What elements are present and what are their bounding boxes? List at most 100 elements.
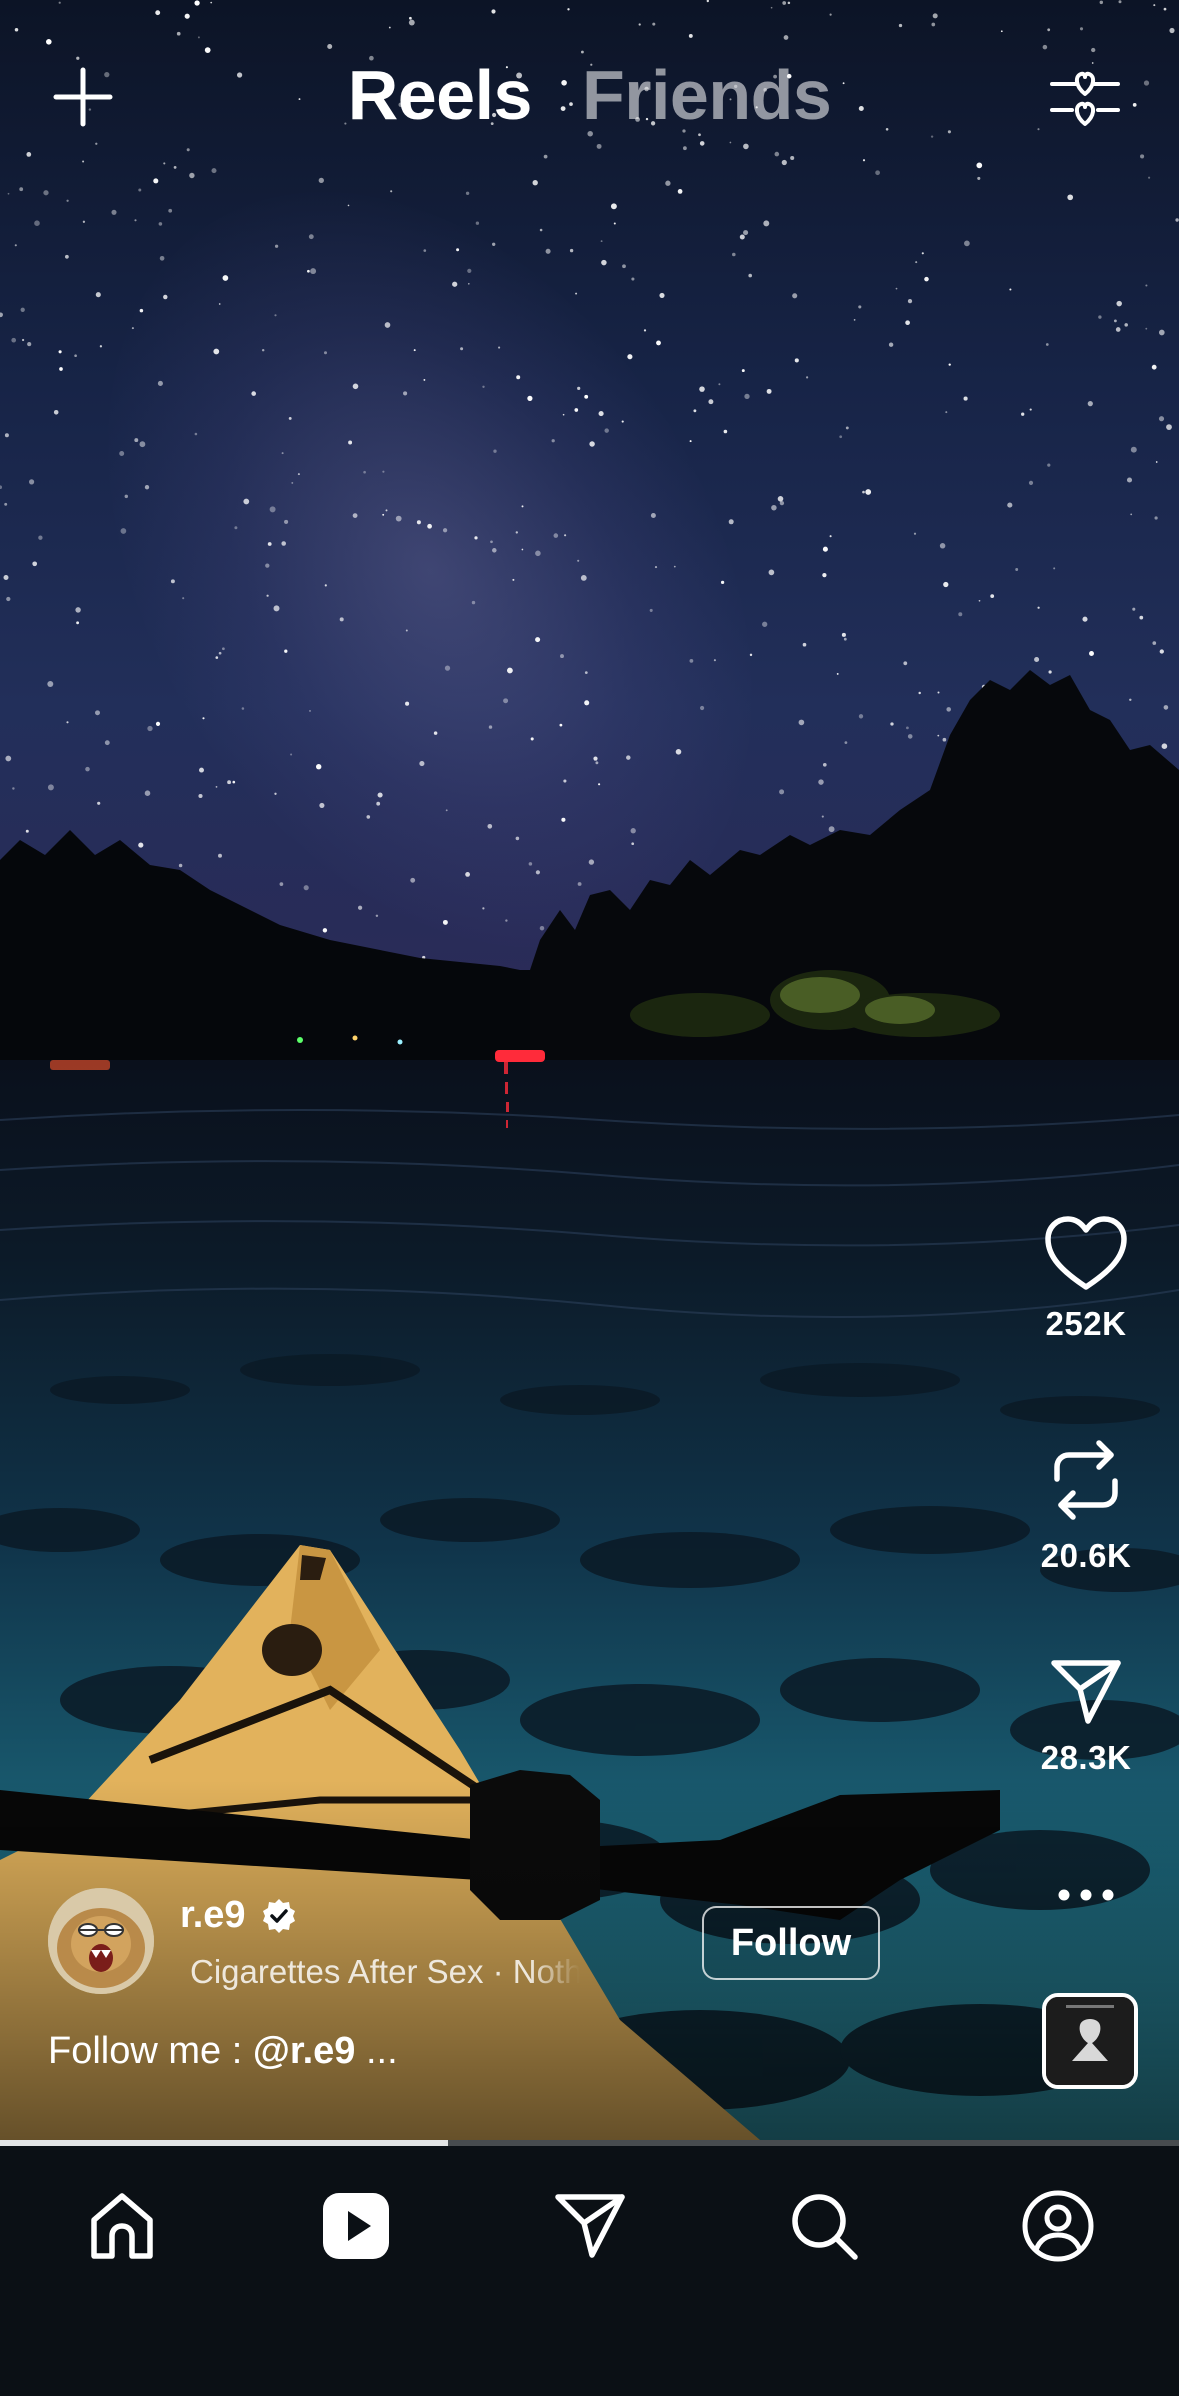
star <box>474 536 478 540</box>
nav-messages[interactable] <box>542 2178 638 2274</box>
star <box>1028 480 1034 485</box>
star <box>324 584 327 587</box>
star <box>405 629 408 632</box>
star <box>771 504 777 511</box>
star <box>1007 502 1013 508</box>
star <box>822 546 828 552</box>
star <box>291 481 294 484</box>
star <box>622 264 626 269</box>
audio-track[interactable]: Cigarettes After Sex · Nothing's Gonna H… <box>180 1948 720 1996</box>
star <box>853 319 856 321</box>
username-row[interactable]: r.e9 <box>180 1894 298 1937</box>
star <box>551 439 555 443</box>
star <box>839 435 843 439</box>
avatar[interactable] <box>48 1888 154 1994</box>
star <box>601 259 607 266</box>
star <box>779 500 785 506</box>
star <box>688 33 693 38</box>
star <box>964 240 970 247</box>
tab-reels[interactable]: Reels <box>348 55 533 135</box>
star <box>650 513 656 518</box>
star <box>610 203 617 210</box>
filter-button[interactable] <box>1046 58 1124 136</box>
star <box>527 395 533 401</box>
star <box>0 485 3 490</box>
star <box>99 345 103 348</box>
star <box>1082 616 1088 622</box>
reels-icon <box>323 2193 389 2259</box>
star <box>1029 408 1032 411</box>
star <box>32 561 38 567</box>
remix-button[interactable]: 20.6K <box>1006 1437 1166 1575</box>
caption-more[interactable]: ... <box>355 2030 398 2072</box>
star <box>932 13 938 19</box>
star <box>943 581 949 588</box>
star <box>781 159 787 166</box>
star <box>498 346 501 349</box>
star <box>739 234 745 240</box>
star <box>403 391 408 396</box>
caption[interactable]: Follow me : @r.e9 ... <box>48 2030 398 2073</box>
nav-home[interactable] <box>74 2178 170 2274</box>
star <box>1118 0 1122 4</box>
like-button[interactable]: 252K <box>1006 1215 1166 1343</box>
star <box>706 0 709 3</box>
star <box>134 219 137 222</box>
star <box>1015 568 1019 571</box>
star <box>627 354 633 360</box>
star <box>163 162 166 165</box>
star <box>1158 416 1165 422</box>
star <box>124 494 129 499</box>
username: r.e9 <box>180 1894 246 1936</box>
star <box>931 22 936 27</box>
more-button[interactable] <box>1006 1887 1166 1903</box>
star <box>468 283 470 285</box>
star <box>766 388 772 394</box>
star <box>20 307 25 312</box>
star <box>677 189 683 194</box>
star <box>310 268 317 275</box>
follow-button[interactable]: Follow <box>702 1906 880 1980</box>
more-icon <box>1058 1889 1114 1901</box>
star <box>913 532 917 535</box>
tab-friends[interactable]: Friends <box>582 55 832 135</box>
star <box>34 220 40 227</box>
create-button[interactable] <box>44 58 122 136</box>
star <box>323 351 328 355</box>
nav-search[interactable] <box>776 2178 872 2274</box>
star <box>297 473 300 476</box>
star <box>11 337 17 343</box>
star <box>1151 364 1157 370</box>
nav-profile[interactable] <box>1010 2178 1106 2274</box>
star <box>388 26 391 29</box>
star <box>575 292 578 295</box>
reel-video[interactable] <box>0 0 1179 2140</box>
star <box>144 485 150 490</box>
audio-cover-thumbnail[interactable] <box>1042 1993 1138 2089</box>
star <box>153 178 159 184</box>
star <box>465 191 470 196</box>
star <box>1140 154 1145 159</box>
caption-handle[interactable]: @r.e9 <box>253 2030 356 2072</box>
star <box>1037 606 1040 609</box>
star <box>631 277 635 281</box>
share-button[interactable]: 28.3K <box>1006 1659 1166 1777</box>
hearts-filter-icon <box>1050 71 1120 126</box>
star <box>723 429 728 434</box>
star <box>643 329 647 332</box>
star <box>875 170 880 176</box>
star <box>656 340 661 346</box>
star <box>649 608 653 612</box>
star <box>580 574 587 581</box>
star <box>58 1 61 4</box>
star <box>990 594 995 598</box>
star <box>865 489 872 495</box>
star <box>261 348 265 352</box>
star <box>699 386 705 392</box>
star <box>14 28 19 32</box>
star <box>1158 329 1165 336</box>
bottom-nav <box>0 2146 1179 2396</box>
nav-reels[interactable] <box>308 2178 404 2274</box>
star <box>1166 424 1172 430</box>
star <box>1169 27 1175 34</box>
